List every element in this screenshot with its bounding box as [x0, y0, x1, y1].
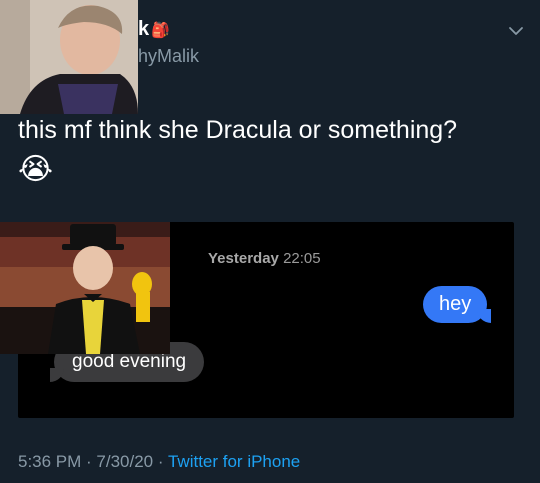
meme-image: [0, 222, 170, 354]
tweet-date[interactable]: 7/30/20: [96, 452, 153, 471]
chevron-down-icon[interactable]: [507, 22, 525, 40]
meme-photo: [0, 222, 170, 354]
tweet-source-link[interactable]: Twitter for iPhone: [168, 452, 300, 471]
tweet-footer: 5:36 PM · 7/30/20 · Twitter for iPhone: [18, 452, 300, 472]
crying-face-emoji: 😭: [18, 153, 54, 186]
tweet-time[interactable]: 5:36 PM: [18, 452, 81, 471]
timestamp-time: 22:05: [283, 250, 321, 267]
display-name-text[interactable]: k: [138, 18, 149, 41]
backpack-emoji: 🎒: [151, 21, 170, 39]
sent-message-bubble: hey: [423, 286, 492, 323]
footer-separator: ·: [81, 452, 97, 471]
avatar[interactable]: [0, 0, 138, 114]
user-handle[interactable]: hyMalik: [138, 46, 199, 67]
tweet-text: this mf think she Dracula or something?: [18, 116, 458, 144]
message-timestamp: Yesterday 22:05: [208, 250, 321, 267]
avatar-image: [0, 0, 138, 114]
footer-separator: ·: [153, 452, 168, 471]
timestamp-day: Yesterday: [208, 250, 279, 267]
display-name[interactable]: k 🎒: [138, 18, 170, 41]
